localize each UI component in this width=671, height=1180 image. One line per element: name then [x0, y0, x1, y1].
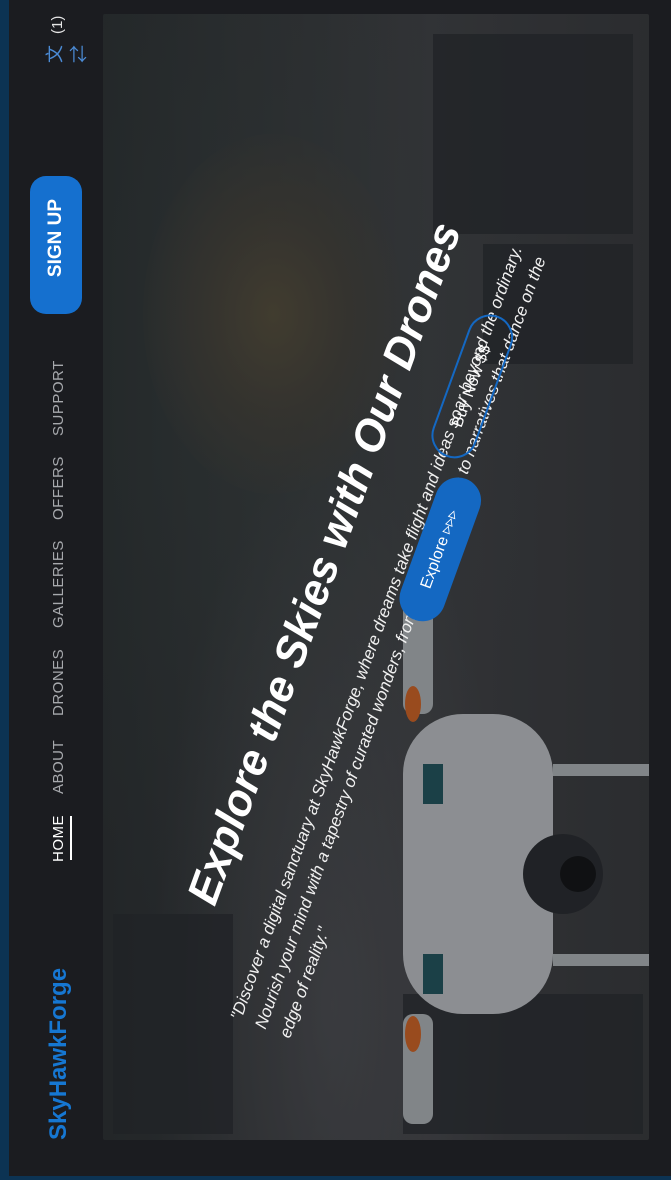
nav-active-underline — [70, 816, 72, 860]
bottom-edge-bar — [0, 1176, 671, 1180]
nav-about[interactable]: ABOUT — [48, 724, 70, 794]
nav-support[interactable]: SUPPORT — [48, 356, 70, 436]
signup-button-label: SIGN UP — [45, 198, 66, 278]
nav-home[interactable]: HOME — [48, 802, 70, 862]
translate-icon: 文⇄ — [45, 45, 89, 63]
brand-logo[interactable]: SkyHawkForge — [44, 968, 74, 1140]
language-count: (1) — [49, 15, 66, 34]
nav-galleries[interactable]: GALLERIES — [48, 528, 70, 628]
nav-drones[interactable]: DRONES — [48, 636, 70, 716]
left-edge-bar — [0, 0, 9, 1180]
hero-banner — [103, 14, 649, 1140]
nav-offers[interactable]: OFFERS — [48, 450, 70, 520]
